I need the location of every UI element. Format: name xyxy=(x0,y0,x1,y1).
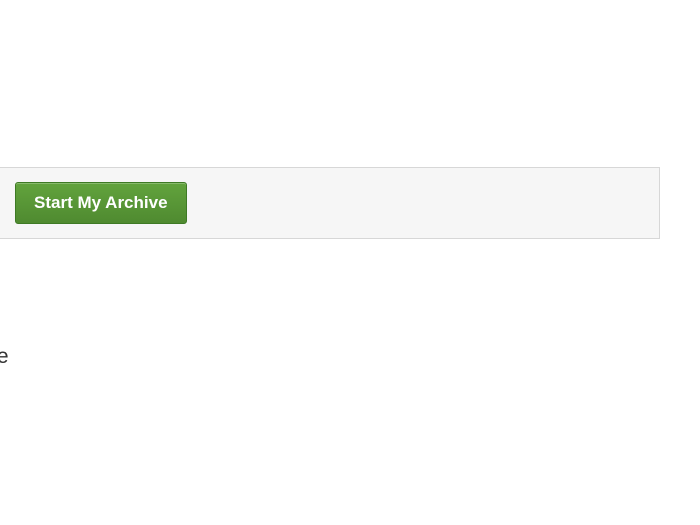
list-item: ofile xyxy=(0,342,700,371)
start-my-archive-button[interactable]: Start My Archive xyxy=(15,182,187,224)
archive-bar: Start My Archive xyxy=(0,167,660,239)
page-subtitle: e shared on Facebook. xyxy=(0,101,700,133)
list-item: red xyxy=(0,283,700,312)
list-item: ns xyxy=(0,312,700,341)
page-title: formation xyxy=(0,40,700,95)
info-list: red ns ofile xyxy=(0,283,700,371)
